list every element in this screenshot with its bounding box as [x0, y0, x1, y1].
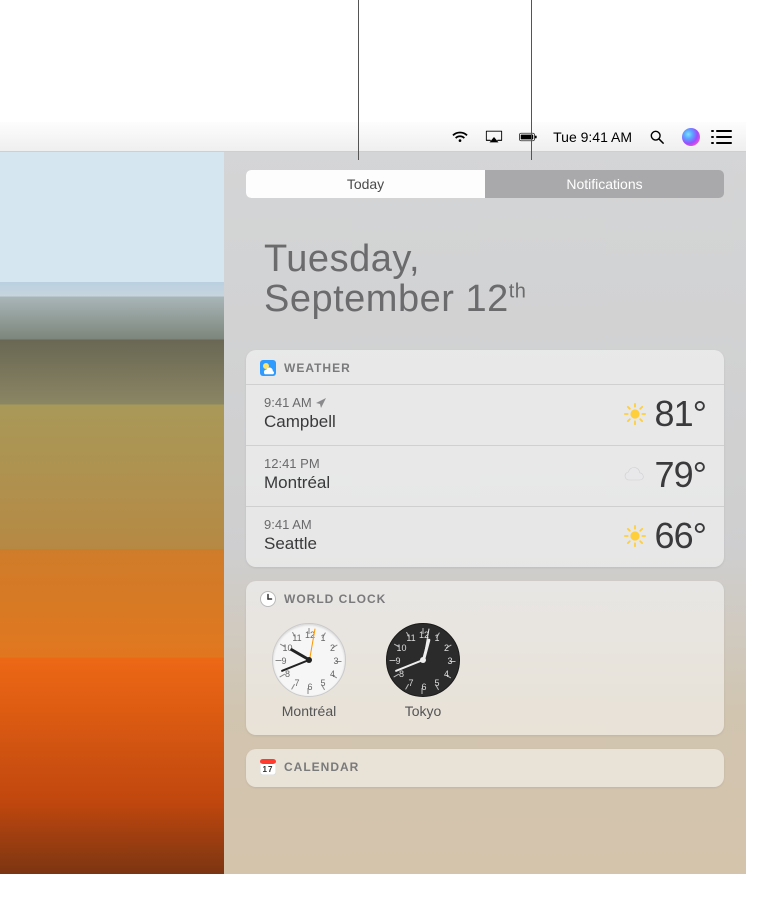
date-ordinal: th	[509, 280, 527, 302]
callout-line-notifications	[531, 0, 532, 160]
sunny-icon	[621, 403, 649, 425]
today-date-heading: Tuesday, September 12th	[264, 240, 724, 320]
calendar-app-icon: 17	[260, 759, 276, 775]
tab-notifications[interactable]: Notifications	[485, 170, 724, 198]
weather-temp: 66°	[655, 515, 706, 557]
clock-face: 121234567891011	[386, 623, 460, 697]
world-clock-item[interactable]: 121234567891011 Tokyo	[386, 623, 460, 719]
menu-bar: Tue 9:41 AM	[0, 122, 746, 152]
weather-time: 9:41 AM	[264, 395, 312, 410]
weather-time: 9:41 AM	[264, 517, 312, 532]
clock-app-icon	[260, 591, 276, 607]
clock-city: Tokyo	[405, 703, 442, 719]
weather-row[interactable]: 9:41 AM Campbell 81°	[246, 384, 724, 445]
svg-text:17: 17	[263, 765, 274, 774]
siri-icon[interactable]	[682, 128, 700, 146]
notification-center-icon[interactable]	[716, 128, 732, 146]
world-clock-item[interactable]: 121234567891011 Montréal	[272, 623, 346, 719]
weather-temp: 79°	[655, 454, 706, 496]
spotlight-icon[interactable]	[648, 130, 666, 144]
cloudy-icon	[621, 466, 649, 484]
world-clock-widget[interactable]: WORLD CLOCK 121234567891011 Montréal 121…	[246, 581, 724, 735]
weather-temp: 81°	[655, 393, 706, 435]
weather-time: 12:41 PM	[264, 456, 320, 471]
airplay-icon[interactable]	[485, 130, 503, 144]
weather-row[interactable]: 9:41 AM Seattle 66°	[246, 506, 724, 567]
nc-tab-segment: Today Notifications	[246, 170, 724, 198]
callout-line-today	[358, 0, 359, 160]
weather-city: Seattle	[264, 534, 621, 554]
wifi-icon[interactable]	[451, 130, 469, 144]
weather-widget[interactable]: WEATHER 9:41 AM Campbell 81° 12:41 PM	[246, 350, 724, 567]
clock-city: Montréal	[282, 703, 336, 719]
weather-city: Montréal	[264, 473, 621, 493]
location-arrow-icon	[316, 398, 326, 408]
world-clock-title: WORLD CLOCK	[284, 592, 386, 606]
tab-today[interactable]: Today	[246, 170, 485, 198]
weather-row[interactable]: 12:41 PM Montréal 79°	[246, 445, 724, 506]
notification-center-panel: Today Notifications Tuesday, September 1…	[224, 152, 746, 874]
date-monthday: September 12	[264, 278, 509, 320]
screenshot-stage: Tue 9:41 AM Today Notifications Tuesday,…	[0, 122, 746, 874]
weather-title: WEATHER	[284, 361, 351, 375]
battery-icon[interactable]	[519, 130, 537, 144]
weather-app-icon	[260, 360, 276, 376]
sunny-icon	[621, 525, 649, 547]
calendar-title: CALENDAR	[284, 760, 359, 774]
weather-city: Campbell	[264, 412, 621, 432]
desktop-wallpaper	[0, 152, 224, 874]
calendar-widget[interactable]: 17 CALENDAR	[246, 749, 724, 787]
clock-face: 121234567891011	[272, 623, 346, 697]
menu-clock[interactable]: Tue 9:41 AM	[553, 129, 632, 145]
date-weekday: Tuesday,	[264, 238, 420, 280]
